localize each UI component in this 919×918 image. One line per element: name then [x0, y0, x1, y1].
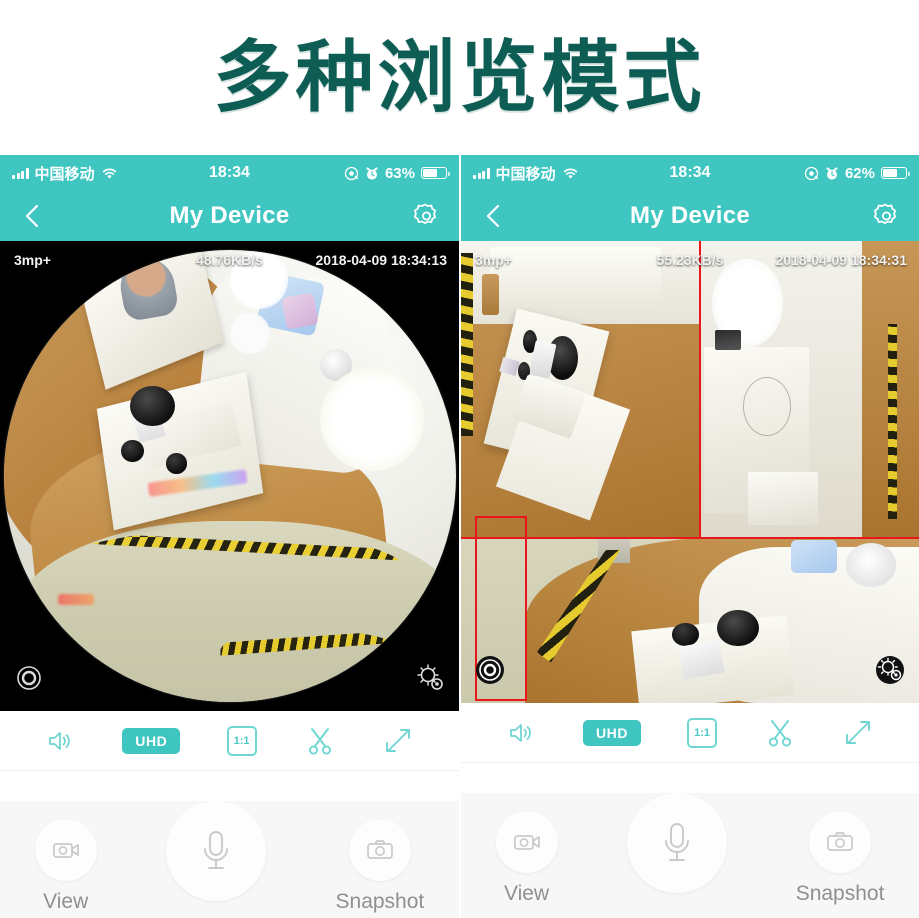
split-divider-vertical [699, 241, 702, 537]
page-title-device: My Device [629, 202, 751, 229]
scissors-icon[interactable] [763, 716, 797, 750]
page-root: 多种浏览模式 中国移动 18:34 63% My Device 3mp+ 48.… [0, 0, 919, 918]
gear-icon[interactable] [869, 200, 901, 232]
snapshot-button[interactable]: Snapshot [795, 811, 885, 906]
carrier-label: 中国移动 [34, 164, 95, 183]
signal-bars-icon [12, 167, 29, 179]
rotation-lock-icon [804, 166, 819, 181]
snapshot-button-label: Snapshot [795, 882, 885, 905]
light-settings-icon[interactable] [413, 661, 447, 695]
status-bar: 中国移动 18:34 63% [0, 155, 459, 191]
video-toolbar: UHD 1:1 [0, 711, 459, 771]
aspect-ratio-label: 1:1 [687, 717, 718, 748]
view-button-label: View [43, 890, 89, 913]
snapshot-button[interactable]: Snapshot [335, 819, 425, 914]
fullscreen-icon[interactable] [841, 716, 875, 750]
view-button-circle [34, 819, 97, 881]
controls-row: View Snapshot [461, 793, 919, 918]
page-title-device: My Device [169, 202, 290, 229]
uhd-label: UHD [122, 727, 181, 754]
status-bar-right: 63% [344, 164, 450, 182]
uhd-button[interactable]: UHD [122, 724, 181, 758]
aspect-ratio-button[interactable]: 1:1 [685, 716, 719, 750]
bottom-controls: View Snapshot [0, 771, 459, 918]
split-pane-3[interactable] [461, 536, 919, 703]
back-button[interactable] [481, 202, 505, 230]
aspect-ratio-label: 1:1 [226, 725, 257, 756]
nav-bar: My Device [0, 191, 459, 241]
battery-icon [421, 167, 450, 179]
talk-button-circle [626, 793, 727, 893]
screenshots-row: 中国移动 18:34 63% My Device 3mp+ 48.76KB/s … [0, 155, 919, 918]
split-divider-horizontal [461, 536, 919, 539]
fisheye-mode-icon[interactable] [473, 653, 507, 687]
fisheye-circle [3, 250, 456, 702]
camera-scene [3, 250, 456, 702]
camera-icon [825, 830, 855, 854]
signal-bars-icon [473, 167, 490, 179]
split-panel: 中国移动 18:34 62% My Device 3mp+ 55.23KB/s … [461, 155, 919, 918]
scissors-icon[interactable] [303, 724, 337, 758]
video-camera-icon [51, 838, 81, 862]
camera-icon [365, 838, 395, 862]
split-scene [461, 241, 919, 703]
alarm-clock-icon [825, 166, 839, 181]
snapshot-button-circle [809, 811, 872, 873]
rotation-lock-icon [344, 166, 359, 181]
light-settings-icon[interactable] [873, 653, 907, 687]
fisheye-video-view[interactable]: 3mp+ 48.76KB/s 2018-04-09 18:34:13 [0, 241, 459, 711]
wifi-icon [562, 167, 579, 180]
controls-row: View Snapshot [0, 801, 459, 918]
split-pane-1[interactable] [461, 241, 700, 537]
page-title-band: 多种浏览模式 [0, 0, 919, 155]
microphone-icon [198, 827, 234, 875]
page-title: 多种浏览模式 [213, 32, 706, 123]
snapshot-button-circle [348, 819, 411, 881]
uhd-button[interactable]: UHD [582, 716, 642, 750]
uhd-label: UHD [582, 719, 642, 746]
view-button[interactable]: View [495, 811, 558, 906]
alarm-clock-icon [365, 166, 379, 181]
talk-button-circle [166, 801, 267, 901]
bottom-controls: View Snapshot [461, 763, 919, 918]
microphone-icon [659, 819, 695, 867]
view-button-label: View [503, 882, 550, 905]
carrier-label: 中国移动 [495, 164, 556, 183]
video-camera-icon [512, 830, 542, 854]
status-bar-right: 62% [804, 164, 910, 182]
talk-button[interactable] [626, 793, 727, 904]
status-bar: 中国移动 18:34 62% [461, 155, 919, 191]
wifi-icon [101, 167, 118, 180]
snapshot-button-label: Snapshot [335, 890, 425, 913]
fisheye-mode-icon[interactable] [12, 661, 46, 695]
battery-icon [881, 167, 910, 179]
status-bar-left: 中国移动 [12, 163, 118, 184]
gear-icon[interactable] [409, 200, 441, 232]
view-button-circle [495, 811, 558, 873]
back-button[interactable] [20, 202, 44, 230]
nav-bar: My Device [461, 191, 919, 241]
status-bar-left: 中国移动 [473, 163, 579, 184]
battery-percent-label: 62% [844, 164, 875, 182]
view-button[interactable]: View [34, 819, 97, 914]
fisheye-panel: 中国移动 18:34 63% My Device 3mp+ 48.76KB/s … [0, 155, 459, 918]
aspect-ratio-button[interactable]: 1:1 [225, 724, 259, 758]
talk-button[interactable] [166, 801, 267, 912]
battery-percent-label: 63% [384, 164, 415, 182]
split-video-view[interactable]: 3mp+ 55.23KB/s 2018-04-09 18:34:31 [461, 241, 919, 703]
video-toolbar: UHD 1:1 [461, 703, 919, 763]
controls-spacer [461, 763, 919, 793]
speaker-icon[interactable] [44, 724, 78, 758]
fullscreen-icon[interactable] [381, 724, 415, 758]
split-pane-2[interactable] [699, 241, 919, 537]
speaker-icon[interactable] [505, 716, 539, 750]
controls-spacer [0, 771, 459, 801]
